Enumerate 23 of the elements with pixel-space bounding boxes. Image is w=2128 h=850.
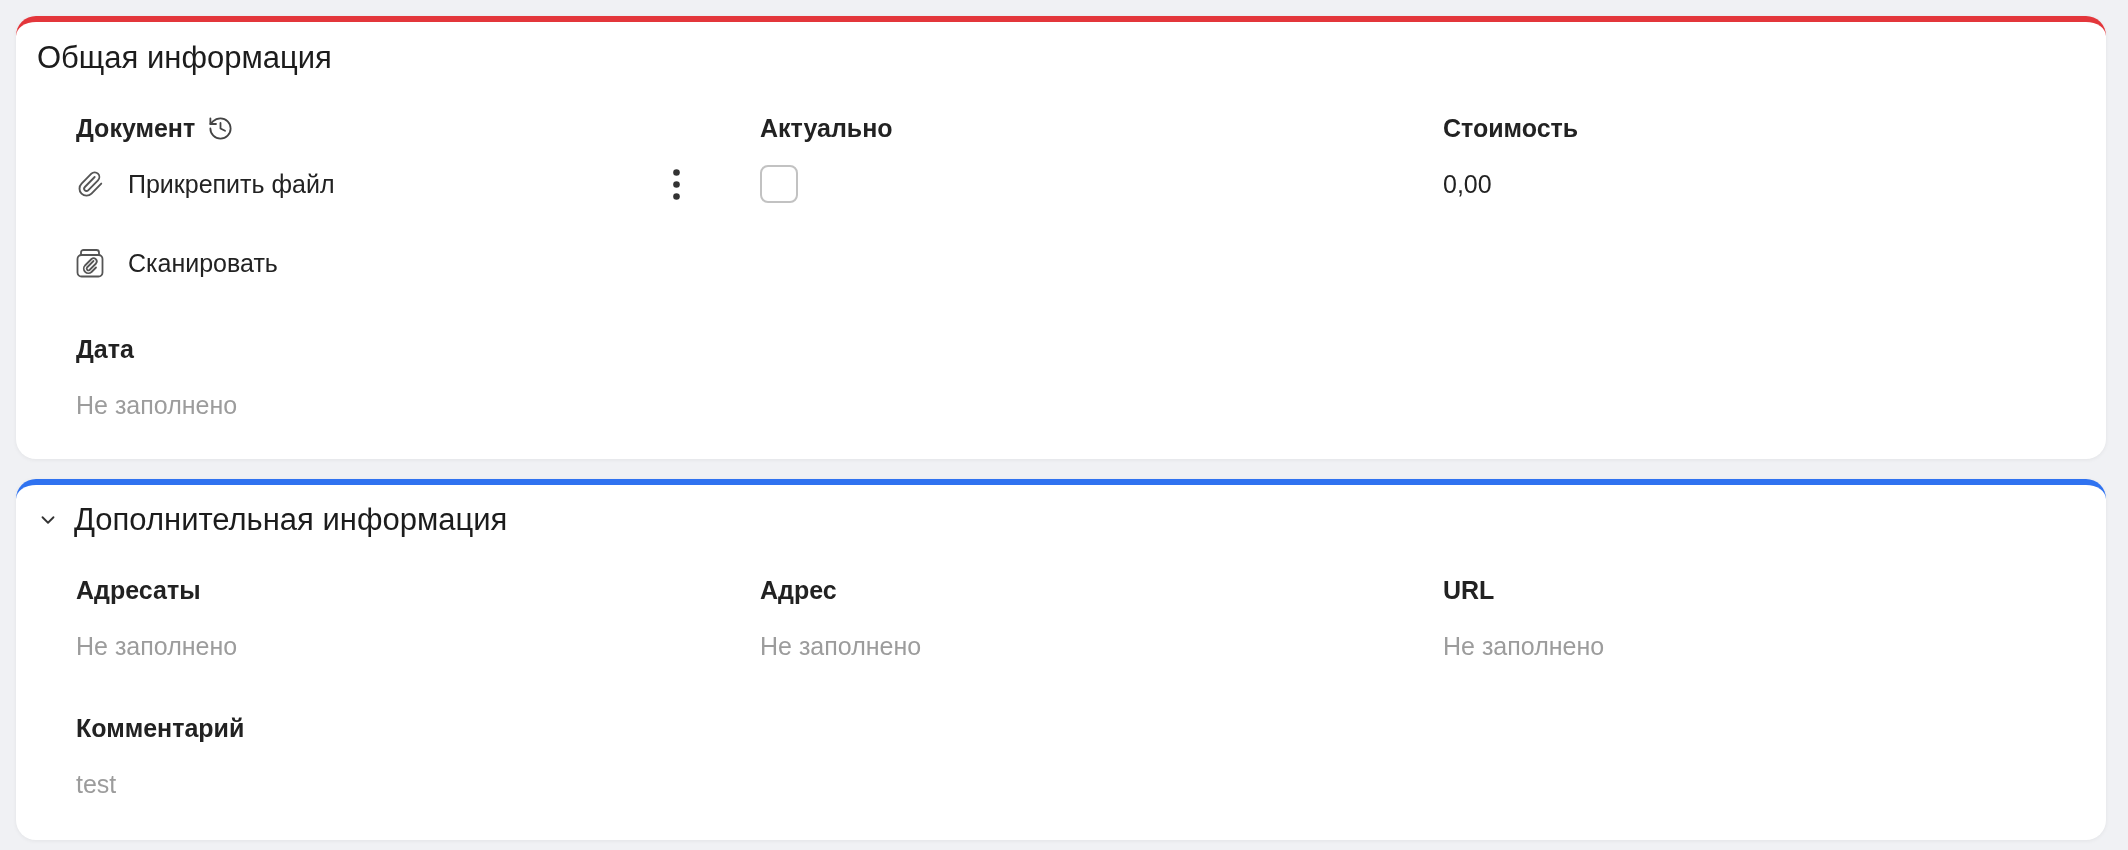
empty-value-text: Не заполнено [76,390,238,421]
section-title: Общая информация [37,39,332,77]
attach-file-button[interactable]: Прикрепить файл [76,164,335,204]
scan-button[interactable]: Сканировать [76,243,278,283]
field-label: Дата [76,334,134,365]
empty-value-text: Не заполнено [760,631,922,662]
field-label: Адресаты [76,575,201,606]
field-label: Комментарий [76,713,245,744]
history-icon[interactable] [207,114,235,142]
field-label: Стоимость [1443,113,1579,144]
field-label: Актуально [760,113,893,144]
empty-value-text: Не заполнено [76,631,238,662]
empty-value-text: Не заполнено [1443,631,1605,662]
checkbox[interactable] [760,165,798,203]
paperclip-tray-icon [76,248,104,278]
field-value: 0,00 [1443,169,1492,200]
paperclip-icon [76,170,104,198]
field-label: URL [1443,575,1495,606]
section-title: Дополнительная информация [74,501,508,539]
kebab-icon [672,168,680,200]
field-label: Адрес [760,575,837,606]
field-label: Документ [76,113,196,144]
comment-text: test [76,769,117,800]
